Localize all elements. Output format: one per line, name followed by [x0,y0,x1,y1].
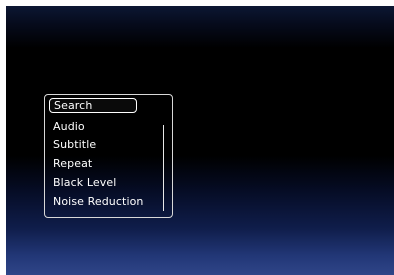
menu-scrollbar[interactable] [163,125,164,211]
menu-item-search[interactable]: Search [49,98,137,113]
menu-item-black-level[interactable]: Black Level [53,174,116,192]
tv-screen: Search Audio Subtitle Repeat Black Level… [6,6,394,275]
menu-item-noise-reduction[interactable]: Noise Reduction [53,193,144,211]
menu-item-audio[interactable]: Audio [53,118,85,136]
menu-item-subtitle[interactable]: Subtitle [53,136,96,154]
popup-menu: Search Audio Subtitle Repeat Black Level… [44,94,173,218]
menu-item-repeat[interactable]: Repeat [53,155,92,173]
